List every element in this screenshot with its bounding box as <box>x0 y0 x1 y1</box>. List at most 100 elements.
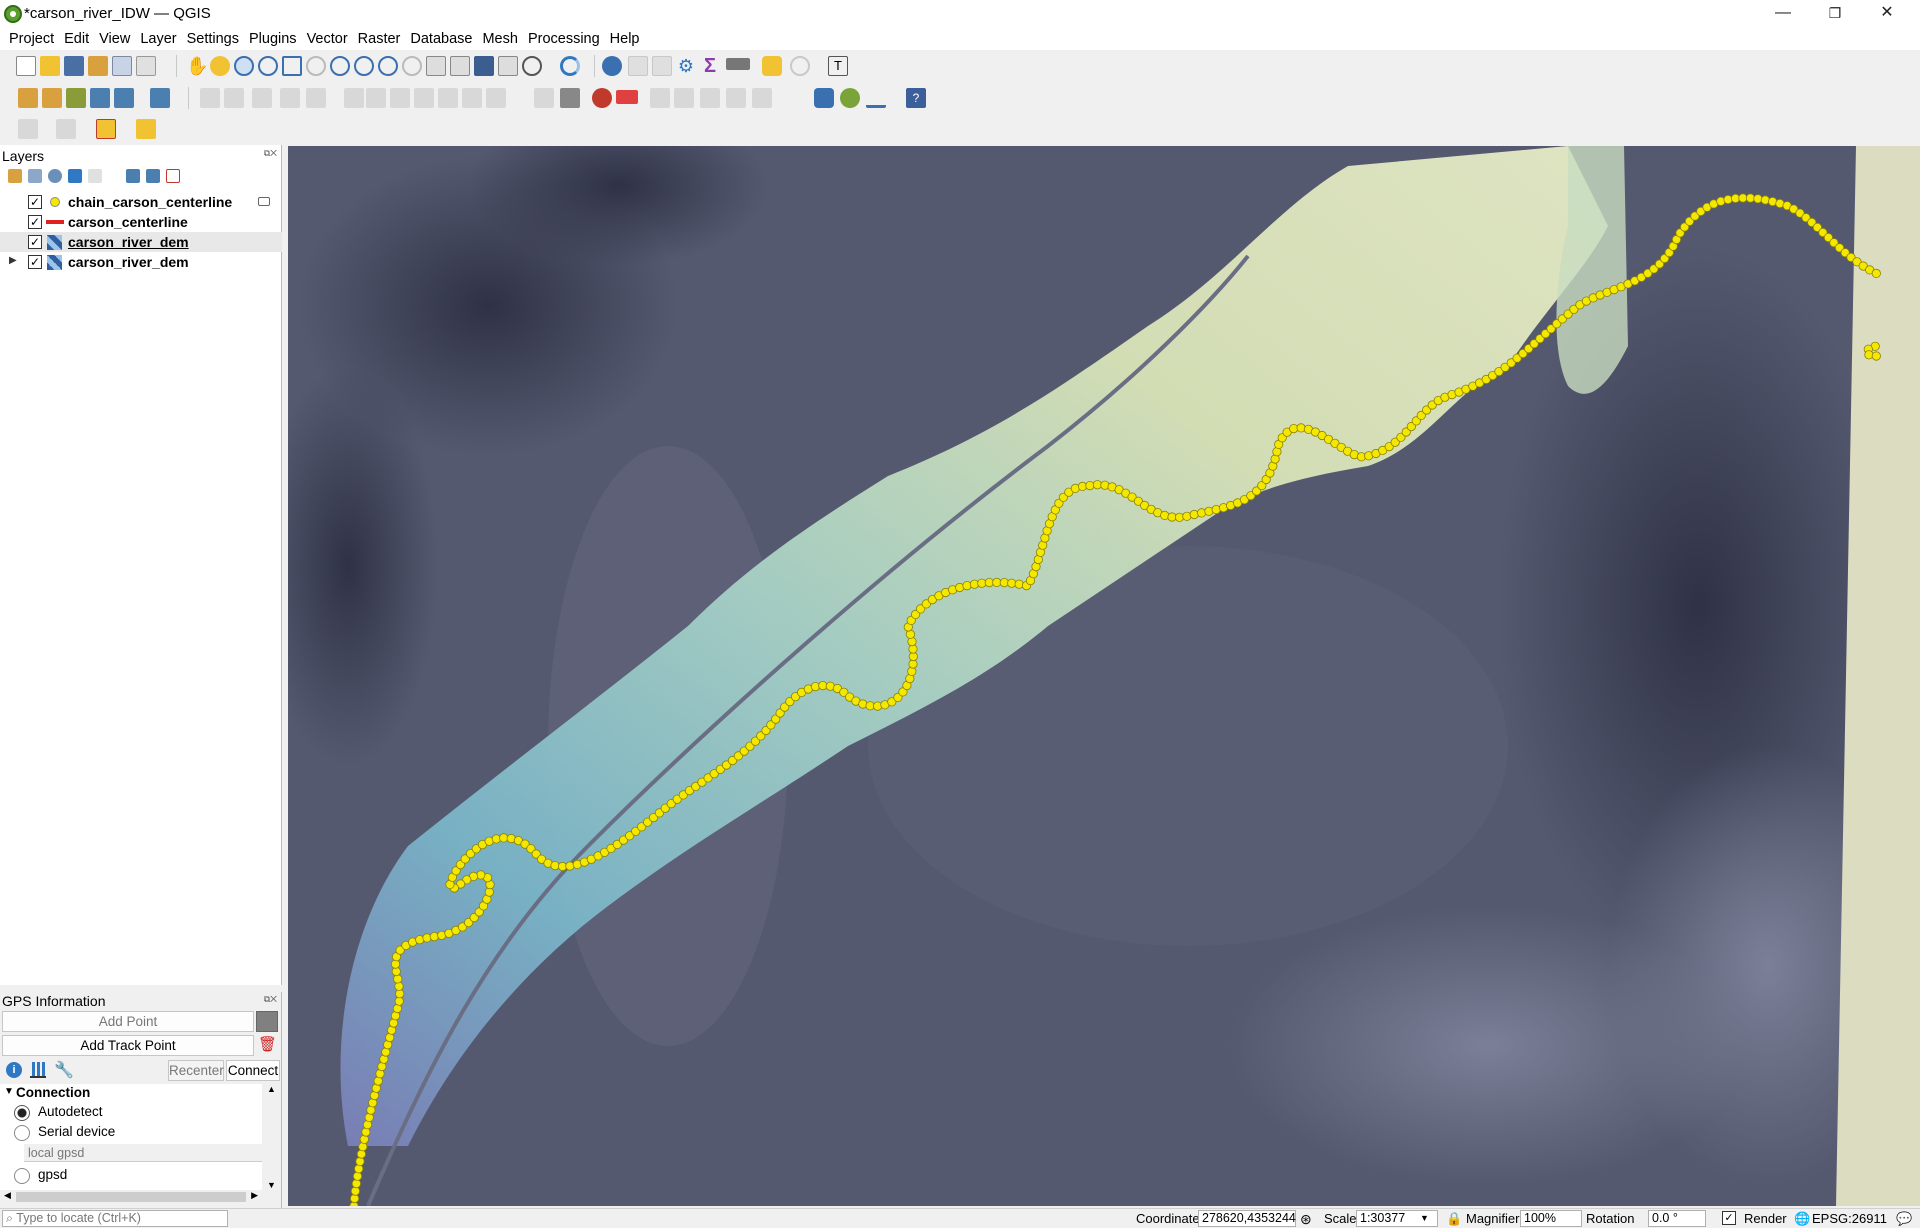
menu-processing[interactable]: Processing <box>523 28 605 50</box>
connect-button[interactable]: Connect <box>226 1060 280 1081</box>
copy-features-icon[interactable] <box>414 88 434 108</box>
collapse-all-icon[interactable] <box>146 169 160 183</box>
filter-legend-icon[interactable] <box>68 169 82 183</box>
layer-indicator-icon[interactable] <box>258 197 270 206</box>
new-shapefile-layer-icon[interactable] <box>66 88 86 108</box>
autodetect-radio[interactable] <box>14 1105 30 1121</box>
undo-icon[interactable] <box>462 88 482 108</box>
move-label-icon[interactable] <box>650 88 670 108</box>
manage-map-themes-icon[interactable] <box>48 169 62 183</box>
close-button[interactable]: ✕ <box>1864 0 1910 28</box>
signal-chart-icon[interactable] <box>30 1062 46 1078</box>
redo-icon[interactable] <box>486 88 506 108</box>
locator-search-input[interactable]: ⌕ Type to locate (Ctrl+K) <box>2 1210 228 1227</box>
info-icon[interactable]: i <box>6 1062 22 1078</box>
lock-scale-icon[interactable]: 🔒 <box>1446 1211 1462 1227</box>
digitize-icon[interactable] <box>280 88 300 108</box>
new-geopackage-layer-icon[interactable] <box>42 88 62 108</box>
minimize-button[interactable]: — <box>1760 0 1806 28</box>
pan-hand-icon[interactable]: ✋ <box>186 56 208 76</box>
panel-float-close-icon[interactable]: ⧉✕ <box>264 994 277 1005</box>
print-layout-icon[interactable] <box>112 56 132 76</box>
save-edits-icon[interactable] <box>252 88 272 108</box>
add-track-point-button[interactable]: Add Track Point <box>2 1035 254 1056</box>
globe-icon[interactable]: 🌐 <box>1794 1211 1810 1227</box>
add-point-button[interactable]: Add Point <box>2 1011 254 1032</box>
delete-selected-icon[interactable] <box>366 88 386 108</box>
modify-attributes-icon[interactable] <box>344 88 364 108</box>
menu-project[interactable]: Project <box>0 28 59 50</box>
menu-database[interactable]: Database <box>405 28 477 50</box>
cut-features-icon[interactable] <box>390 88 410 108</box>
locator-icon[interactable] <box>790 56 810 76</box>
messages-icon[interactable]: 💬 <box>1896 1211 1912 1227</box>
zoom-to-selection-icon[interactable] <box>306 56 326 76</box>
add-group-icon[interactable] <box>28 169 42 183</box>
toggle-editing-icon[interactable] <box>200 88 220 108</box>
zoom-last-icon[interactable] <box>378 56 398 76</box>
layer-visibility-checkbox[interactable]: ✓ <box>28 235 42 249</box>
settings-wrench-icon[interactable]: 🔧 <box>54 1060 74 1080</box>
scroll-left-arrow-icon[interactable]: ◀ <box>4 1190 11 1201</box>
labels-toggle-icon[interactable] <box>616 90 638 104</box>
layer-row-carson-river-dem-selected[interactable]: ✓ carson_river_dem <box>0 232 282 252</box>
save-as-icon[interactable] <box>88 56 108 76</box>
menu-mesh[interactable]: Mesh <box>477 28 522 50</box>
recenter-button[interactable]: Recenter <box>168 1060 224 1081</box>
pin-labels-icon[interactable] <box>752 88 772 108</box>
measure-line-icon[interactable] <box>726 58 750 70</box>
menu-help[interactable]: Help <box>605 28 645 50</box>
map-tips-icon[interactable] <box>762 56 782 76</box>
menu-plugins[interactable]: Plugins <box>244 28 302 50</box>
current-edits-icon[interactable] <box>224 88 244 108</box>
new-virtual-layer-icon[interactable] <box>150 88 170 108</box>
processing-toolbox-icon[interactable]: ⚙ <box>676 56 696 76</box>
statistics-sum-icon[interactable]: Σ <box>700 56 720 76</box>
menu-vector[interactable]: Vector <box>302 28 353 50</box>
label-tool-icon[interactable] <box>534 88 554 108</box>
layout-manager-icon[interactable] <box>136 56 156 76</box>
expand-arrow-icon[interactable]: ▶ <box>9 255 17 266</box>
layer-visibility-checkbox[interactable]: ✓ <box>28 215 42 229</box>
scroll-down-arrow-icon[interactable]: ▼ <box>267 1180 276 1190</box>
plugin-reloader-icon[interactable] <box>840 88 860 108</box>
magnifier-field[interactable]: 100% <box>1520 1210 1582 1227</box>
scrollbar-thumb[interactable] <box>16 1192 246 1202</box>
scale-dropdown-chevron-icon[interactable]: ▼ <box>1420 1213 1429 1223</box>
gpsd-host-field[interactable]: local gpsd <box>24 1144 262 1162</box>
new-map-view-icon[interactable] <box>426 56 446 76</box>
delete-trash-icon[interactable]: 🗑 <box>258 1036 277 1054</box>
new-spatialite-layer-icon[interactable] <box>90 88 110 108</box>
layer-row-carson-river-dem[interactable]: ▶ ✓ carson_river_dem <box>0 252 282 272</box>
refresh-icon[interactable] <box>560 56 580 76</box>
data-source-manager-icon[interactable] <box>18 88 38 108</box>
horizontal-scrollbar[interactable]: ◀ ▶ <box>0 1190 262 1204</box>
zoom-next-icon[interactable] <box>402 56 422 76</box>
menu-raster[interactable]: Raster <box>353 28 406 50</box>
paste-features-icon[interactable] <box>438 88 458 108</box>
panel-float-close-icon[interactable]: ⧉✕ <box>264 148 277 159</box>
new-3d-map-icon[interactable] <box>450 56 470 76</box>
collapse-arrow-icon[interactable]: ▼ <box>4 1086 14 1097</box>
zoom-full-icon[interactable] <box>282 56 302 76</box>
temporal-controller-icon[interactable] <box>522 56 542 76</box>
gpsd-radio[interactable] <box>14 1168 30 1184</box>
layer-visibility-checkbox[interactable]: ✓ <box>28 195 42 209</box>
label-toolbar-icon[interactable] <box>560 88 580 108</box>
show-bookmarks-icon[interactable] <box>498 56 518 76</box>
maximize-button[interactable]: ❐ <box>1812 0 1858 28</box>
crs-label[interactable]: EPSG:26911 <box>1812 1211 1887 1226</box>
select-features-icon[interactable] <box>18 119 38 139</box>
expand-all-icon[interactable] <box>126 169 140 183</box>
select-location-icon[interactable] <box>136 119 156 139</box>
open-project-icon[interactable] <box>40 56 60 76</box>
gps-color-swatch[interactable] <box>256 1011 278 1032</box>
pan-to-selection-icon[interactable] <box>210 56 230 76</box>
identify-features-icon[interactable] <box>602 56 622 76</box>
menu-edit[interactable]: Edit <box>59 28 94 50</box>
map-canvas[interactable] <box>288 146 1920 1206</box>
scroll-right-arrow-icon[interactable]: ▶ <box>251 1190 258 1201</box>
highlight-pinned-labels-icon[interactable] <box>592 88 612 108</box>
field-calculator-icon[interactable] <box>652 56 672 76</box>
vertex-tool-icon[interactable] <box>306 88 326 108</box>
